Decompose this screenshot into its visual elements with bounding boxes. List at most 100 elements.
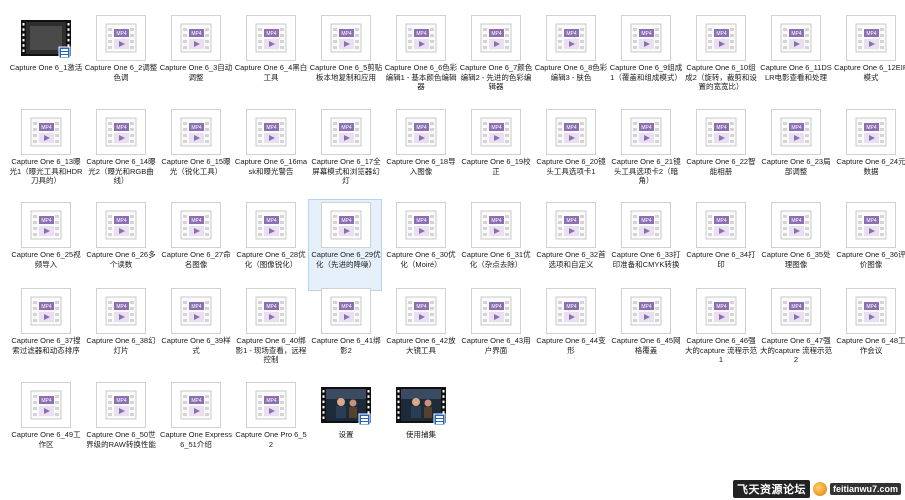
- file-name: Capture One 6_39样式: [161, 336, 231, 355]
- mp4-file-icon: MP4: [321, 109, 371, 155]
- file-item[interactable]: MP4 Capture One 6_37搜索过滤器和动态排序: [8, 285, 82, 377]
- file-name: Capture One 6_38幻灯片: [86, 336, 156, 355]
- svg-text:MP4: MP4: [266, 218, 277, 224]
- svg-text:MP4: MP4: [116, 125, 127, 131]
- file-item[interactable]: MP4 Capture One 6_6色彩编辑1 - 基本颜色编辑器: [383, 12, 457, 104]
- file-item[interactable]: MP4 Capture One 6_22智能相册: [683, 106, 757, 198]
- file-name: Capture One 6_5剪贴板本地复制和应用: [309, 63, 383, 82]
- file-name: Capture One Express 6_51介绍: [159, 430, 233, 449]
- file-item[interactable]: MP4 Capture One 6_3自动调整: [158, 12, 232, 104]
- file-item[interactable]: 设置: [308, 379, 382, 471]
- file-name: Capture One 6_46强大的capture 流程示范1: [684, 336, 758, 364]
- file-name: Capture One 6_21镜头工具选项卡2（暗角）: [611, 157, 681, 185]
- file-item[interactable]: MP4 Capture One 6_33打印准备和CMYK转换: [608, 199, 682, 291]
- file-item[interactable]: MP4 Capture One 6_27命名图像: [158, 199, 232, 291]
- file-item[interactable]: MP4 Capture One 6_18导入图像: [383, 106, 457, 198]
- file-item[interactable]: MP4 Capture One 6_50世界级的RAW转换性能: [83, 379, 157, 471]
- file-item[interactable]: MP4 Capture One 6_38幻灯片: [83, 285, 157, 377]
- file-item[interactable]: MP4 Capture One 6_11DSLR电影查看和处理: [758, 12, 832, 104]
- file-item[interactable]: MP4 Capture One 6_8色彩编辑3 - 肤色: [533, 12, 607, 104]
- svg-text:MP4: MP4: [491, 31, 502, 37]
- mp4-file-icon: MP4: [396, 202, 446, 248]
- file-item[interactable]: MP4 Capture One 6_44变形: [533, 285, 607, 377]
- file-item[interactable]: MP4 Capture One 6_43用户界面: [458, 285, 532, 377]
- file-item[interactable]: MP4 Capture One 6_42放大镜工具: [383, 285, 457, 377]
- svg-text:MP4: MP4: [491, 304, 502, 310]
- file-item[interactable]: MP4 Capture One 6_13曝光1（曝光工具和HDR刀具的）: [8, 106, 82, 198]
- mp4-file-icon: MP4: [546, 288, 596, 334]
- file-name: Capture One 6_43用户界面: [461, 336, 531, 355]
- svg-text:MP4: MP4: [641, 31, 652, 37]
- file-item[interactable]: 使用捕集: [383, 379, 457, 471]
- file-grid: Capture One 6_1激活 MP4 Capture One 6_2调整色…: [0, 0, 905, 500]
- svg-text:MP4: MP4: [791, 304, 802, 310]
- file-name: 设置: [338, 430, 354, 439]
- file-item[interactable]: MP4 Capture One 6_49工作区: [8, 379, 82, 471]
- file-item[interactable]: MP4 Capture One 6_34打印: [683, 199, 757, 291]
- file-name: Capture One 6_3自动调整: [159, 63, 233, 82]
- file-item[interactable]: MP4 Capture One 6_45网格覆盖: [608, 285, 682, 377]
- file-item[interactable]: MP4 Capture One 6_39样式: [158, 285, 232, 377]
- file-item[interactable]: MP4 Capture One 6_2调整色调: [83, 12, 157, 104]
- file-item[interactable]: MP4 Capture One 6_29优化（先进的降噪）: [308, 199, 382, 291]
- mp4-file-icon: MP4: [546, 15, 596, 61]
- mp4-file-icon: MP4: [771, 288, 821, 334]
- mp4-file-icon: MP4: [621, 109, 671, 155]
- file-item[interactable]: MP4 Capture One 6_14曝光2（曝光和RGB曲线）: [83, 106, 157, 198]
- file-item[interactable]: MP4 Capture One 6_12EIP模式: [833, 12, 905, 104]
- mp4-file-icon: MP4: [696, 202, 746, 248]
- svg-text:MP4: MP4: [866, 218, 877, 224]
- mp4-file-icon: MP4: [171, 382, 221, 428]
- file-item[interactable]: MP4 Capture One 6_28优化（图像锐化）: [233, 199, 307, 291]
- file-item[interactable]: MP4 Capture One 6_23局部调整: [758, 106, 832, 198]
- svg-text:MP4: MP4: [266, 125, 277, 131]
- svg-text:MP4: MP4: [191, 31, 202, 37]
- mp4-file-icon: MP4: [246, 288, 296, 334]
- file-name: Capture One 6_11DSLR电影查看和处理: [760, 63, 832, 82]
- file-item[interactable]: MP4 Capture One 6_40绑影1 - 现场查看，远程控制: [233, 285, 307, 377]
- file-item[interactable]: MP4 Capture One 6_7颜色编辑2 - 先进的色彩编辑器: [458, 12, 532, 104]
- svg-text:MP4: MP4: [116, 398, 127, 404]
- file-item[interactable]: MP4 Capture One Express 6_51介绍: [158, 379, 232, 471]
- file-item[interactable]: MP4 Capture One 6_19校正: [458, 106, 532, 198]
- file-item[interactable]: MP4 Capture One 6_21镜头工具选项卡2（暗角）: [608, 106, 682, 198]
- file-item[interactable]: MP4 Capture One 6_41绑影2: [308, 285, 382, 377]
- file-name: Capture One 6_14曝光2（曝光和RGB曲线）: [86, 157, 156, 185]
- mp4-file-icon: MP4: [21, 202, 71, 248]
- file-item[interactable]: MP4 Capture One 6_47强大的capture 流程示范2: [758, 285, 832, 377]
- file-item[interactable]: MP4 Capture One 6_31优化（杂点去除）: [458, 199, 532, 291]
- file-item[interactable]: MP4 Capture One 6_48工作会议: [833, 285, 905, 377]
- file-item[interactable]: MP4 Capture One 6_46强大的capture 流程示范1: [683, 285, 757, 377]
- file-name: Capture One 6_6色彩编辑1 - 基本颜色编辑器: [384, 63, 458, 91]
- file-item[interactable]: MP4 Capture One 6_30优化（Moiré）: [383, 199, 457, 291]
- svg-text:MP4: MP4: [866, 125, 877, 131]
- file-item[interactable]: MP4 Capture One 6_20镜头工具选项卡1: [533, 106, 607, 198]
- file-item[interactable]: MP4 Capture One 6_36评价图像: [833, 199, 905, 291]
- file-name: Capture One 6_33打印准备和CMYK转换: [611, 250, 681, 269]
- file-item[interactable]: MP4 Capture One 6_10组成2（旋转，裁剪和设置的宽宽比）: [683, 12, 757, 104]
- file-item[interactable]: MP4 Capture One 6_32首选项和自定义: [533, 199, 607, 291]
- file-item[interactable]: MP4 Capture One 6_9组成1（覆盖和组成模式）: [608, 12, 682, 104]
- file-name: Capture One 6_42放大镜工具: [386, 336, 456, 355]
- file-item[interactable]: Capture One 6_1激活: [8, 12, 82, 104]
- file-item[interactable]: MP4 Capture One Pro 6_52: [233, 379, 307, 471]
- svg-text:MP4: MP4: [341, 125, 352, 131]
- mp4-file-icon: MP4: [846, 15, 896, 61]
- file-item[interactable]: MP4 Capture One 6_24元数据: [833, 106, 905, 198]
- file-item[interactable]: MP4 Capture One 6_35处理图像: [758, 199, 832, 291]
- file-item[interactable]: MP4 Capture One 6_25视频导入: [8, 199, 82, 291]
- mp4-file-icon: MP4: [96, 109, 146, 155]
- file-item[interactable]: MP4 Capture One 6_17全屏幕模式和浏览器幻灯: [308, 106, 382, 198]
- file-item[interactable]: MP4 Capture One 6_4黑白工具: [233, 12, 307, 104]
- video-thumbnail-icon: [396, 382, 446, 428]
- file-item[interactable]: MP4 Capture One 6_15曝光（锐化工具）: [158, 106, 232, 198]
- file-name: Capture One 6_31优化（杂点去除）: [461, 250, 531, 269]
- file-item[interactable]: MP4 Capture One 6_16mask和曝光警告: [233, 106, 307, 198]
- svg-text:MP4: MP4: [191, 218, 202, 224]
- svg-text:MP4: MP4: [191, 304, 202, 310]
- mp4-file-icon: MP4: [621, 288, 671, 334]
- file-item[interactable]: MP4 Capture One 6_5剪贴板本地复制和应用: [308, 12, 382, 104]
- file-name: Capture One 6_24元数据: [836, 157, 905, 176]
- svg-text:MP4: MP4: [416, 125, 427, 131]
- file-item[interactable]: MP4 Capture One 6_26多个读数: [83, 199, 157, 291]
